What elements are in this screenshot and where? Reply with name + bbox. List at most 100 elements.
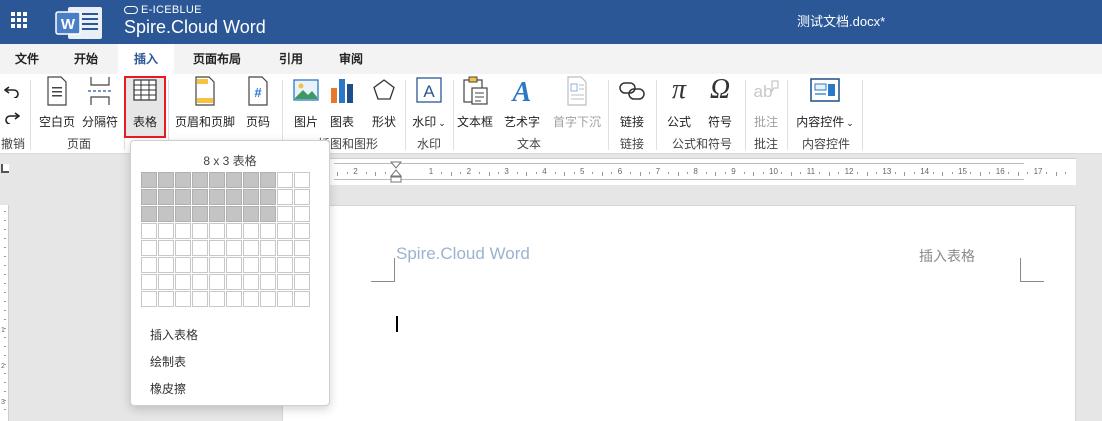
table-grid-cell[interactable] xyxy=(158,274,174,290)
draw-table-menu-item[interactable]: 绘制表 xyxy=(150,353,186,370)
table-grid-cell[interactable] xyxy=(158,240,174,256)
table-grid-cell[interactable] xyxy=(192,172,208,188)
textbox-button[interactable]: 文本框 xyxy=(455,74,495,132)
table-grid-cell[interactable] xyxy=(141,172,157,188)
table-grid-cell[interactable] xyxy=(192,206,208,222)
tab-stop-selector[interactable] xyxy=(1,164,9,173)
table-grid-cell[interactable] xyxy=(192,291,208,307)
table-grid-cell[interactable] xyxy=(226,274,242,290)
table-grid-cell[interactable] xyxy=(277,240,293,256)
table-grid-cell[interactable] xyxy=(226,206,242,222)
header-left-text[interactable]: Spire.Cloud Word xyxy=(396,244,530,264)
table-grid-cell[interactable] xyxy=(294,206,310,222)
table-grid-cell[interactable] xyxy=(226,223,242,239)
table-grid-cell[interactable] xyxy=(192,189,208,205)
table-grid-cell[interactable] xyxy=(277,189,293,205)
table-grid-cell[interactable] xyxy=(260,206,276,222)
table-grid-cell[interactable] xyxy=(226,240,242,256)
table-grid-cell[interactable] xyxy=(260,291,276,307)
table-grid-cell[interactable] xyxy=(158,172,174,188)
table-grid-cell[interactable] xyxy=(260,189,276,205)
table-grid-cell[interactable] xyxy=(294,189,310,205)
table-grid-cell[interactable] xyxy=(141,223,157,239)
content-control-button[interactable]: 内容控件 ⌄ xyxy=(790,74,860,132)
table-grid-cell[interactable] xyxy=(260,257,276,273)
table-grid-cell[interactable] xyxy=(294,274,310,290)
table-grid-cell[interactable] xyxy=(209,240,225,256)
table-grid-cell[interactable] xyxy=(209,257,225,273)
indent-marker-icon[interactable] xyxy=(390,161,402,183)
tab-references[interactable]: 引用 xyxy=(266,44,316,74)
formula-button[interactable]: π 公式 xyxy=(660,74,698,132)
table-grid-cell[interactable] xyxy=(294,172,310,188)
shape-button[interactable]: 形状 xyxy=(366,74,402,132)
app-launcher-icon[interactable] xyxy=(11,12,27,28)
table-grid-cell[interactable] xyxy=(175,291,191,307)
tab-home[interactable]: 开始 xyxy=(60,44,112,74)
table-grid-cell[interactable] xyxy=(277,223,293,239)
redo-icon[interactable] xyxy=(4,110,20,124)
table-grid-cell[interactable] xyxy=(192,274,208,290)
document-page[interactable]: Spire.Cloud Word 插入表格 xyxy=(282,205,1076,421)
tab-review[interactable]: 审阅 xyxy=(326,44,376,74)
link-button[interactable]: 链接 xyxy=(612,74,652,132)
table-grid-cell[interactable] xyxy=(175,172,191,188)
table-grid-cell[interactable] xyxy=(158,291,174,307)
tab-page-layout[interactable]: 页面布局 xyxy=(182,44,252,74)
table-grid-cell[interactable] xyxy=(158,223,174,239)
table-grid-cell[interactable] xyxy=(277,274,293,290)
table-grid-cell[interactable] xyxy=(175,223,191,239)
table-grid-cell[interactable] xyxy=(260,172,276,188)
table-grid-cell[interactable] xyxy=(209,206,225,222)
table-grid-cell[interactable] xyxy=(294,240,310,256)
header-right-text[interactable]: 插入表格 xyxy=(919,246,975,266)
table-grid-cell[interactable] xyxy=(141,257,157,273)
chart-button[interactable]: 图表 xyxy=(324,74,360,132)
table-grid-cell[interactable] xyxy=(226,291,242,307)
eraser-menu-item[interactable]: 橡皮擦 xyxy=(150,380,186,397)
table-grid-cell[interactable] xyxy=(175,257,191,273)
table-grid-cell[interactable] xyxy=(277,206,293,222)
table-grid-cell[interactable] xyxy=(226,189,242,205)
table-grid-cell[interactable] xyxy=(209,291,225,307)
table-grid-cell[interactable] xyxy=(141,240,157,256)
table-grid-cell[interactable] xyxy=(294,291,310,307)
table-grid-cell[interactable] xyxy=(243,291,259,307)
table-grid-cell[interactable] xyxy=(175,189,191,205)
table-grid-cell[interactable] xyxy=(141,206,157,222)
table-grid-cell[interactable] xyxy=(243,189,259,205)
table-grid-cell[interactable] xyxy=(243,274,259,290)
symbol-button[interactable]: Ω 符号 xyxy=(702,74,738,132)
comment-button[interactable]: ab 批注 xyxy=(748,74,784,132)
table-button[interactable]: 表格 xyxy=(126,74,164,132)
table-grid-cell[interactable] xyxy=(209,274,225,290)
insert-table-menu-item[interactable]: 插入表格 xyxy=(150,326,198,343)
separator-button[interactable]: 分隔符 xyxy=(80,74,120,132)
table-grid-cell[interactable] xyxy=(192,223,208,239)
table-grid-cell[interactable] xyxy=(277,257,293,273)
tab-insert[interactable]: 插入 xyxy=(118,44,174,74)
header-footer-button[interactable]: 页眉和页脚 xyxy=(172,74,238,132)
table-grid-cell[interactable] xyxy=(175,240,191,256)
blank-page-button[interactable]: 空白页 xyxy=(36,74,78,132)
table-grid-cell[interactable] xyxy=(243,257,259,273)
tab-file[interactable]: 文件 xyxy=(0,44,54,74)
picture-button[interactable]: 图片 xyxy=(288,74,324,132)
table-grid-cell[interactable] xyxy=(158,189,174,205)
table-grid-cell[interactable] xyxy=(175,206,191,222)
table-grid-cell[interactable] xyxy=(209,189,225,205)
table-grid-cell[interactable] xyxy=(277,291,293,307)
table-grid-cell[interactable] xyxy=(209,223,225,239)
table-grid-cell[interactable] xyxy=(141,189,157,205)
table-grid-cell[interactable] xyxy=(226,257,242,273)
table-grid-cell[interactable] xyxy=(209,172,225,188)
table-grid-cell[interactable] xyxy=(294,223,310,239)
table-grid-cell[interactable] xyxy=(175,274,191,290)
table-grid-cell[interactable] xyxy=(277,172,293,188)
table-grid-cell[interactable] xyxy=(141,274,157,290)
table-size-grid[interactable] xyxy=(141,172,311,308)
page-number-button[interactable]: # 页码 xyxy=(240,74,276,132)
table-grid-cell[interactable] xyxy=(243,172,259,188)
table-grid-cell[interactable] xyxy=(243,206,259,222)
table-grid-cell[interactable] xyxy=(243,223,259,239)
